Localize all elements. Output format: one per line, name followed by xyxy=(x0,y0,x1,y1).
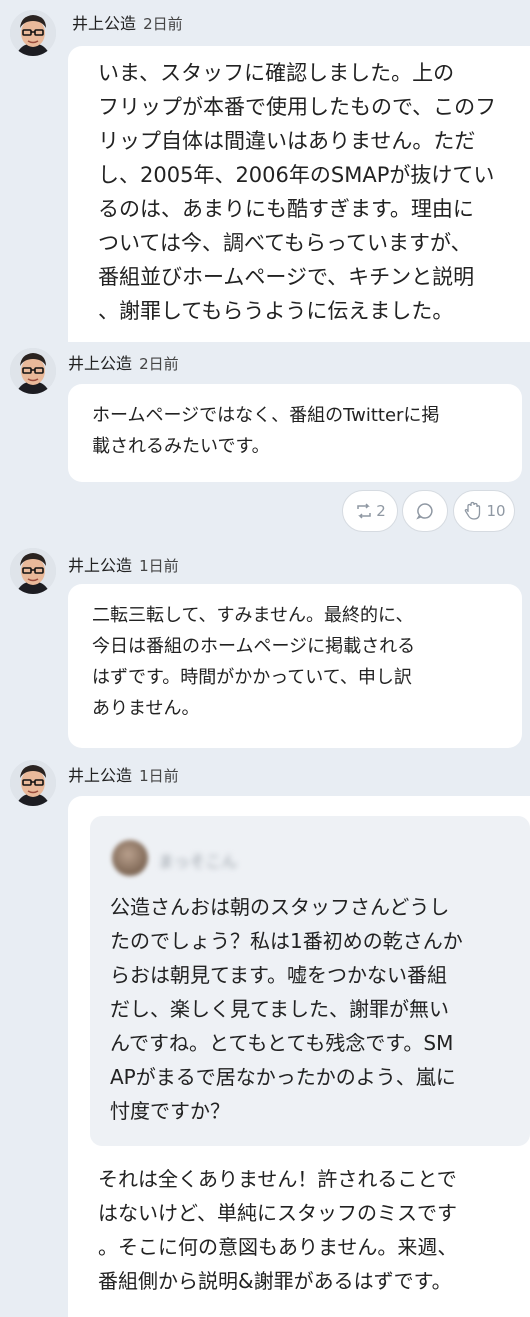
post-header: 井上公造 1日前 xyxy=(68,552,179,576)
message-line: 載されるみたいです。 xyxy=(92,436,270,457)
avatar[interactable] xyxy=(10,548,56,594)
timestamp[interactable]: 2日前 xyxy=(143,15,183,33)
quoted-post[interactable]: まっそこん 公造さんおは朝のスタッフさんどうし たのでしょう？私は1番初めの乾さ… xyxy=(90,816,530,1146)
message-bubble: いま、スタッフに確認しました。上の フリップが本番で使用したもので、このフ リッ… xyxy=(68,46,530,342)
message-line: 今日は番組のホームページに掲載される xyxy=(92,636,416,657)
comment-button[interactable] xyxy=(402,490,448,532)
message-line: ホームページではなく、番組のTwitterに掲 xyxy=(92,405,440,426)
quote-line: 忖度ですか？ xyxy=(110,1099,230,1123)
author-name[interactable]: 井上公造 xyxy=(68,556,132,575)
quote-line: APがまるで居なかったかのよう、嵐に xyxy=(110,1065,456,1089)
quote-line: だし、楽しく見てました、謝罪が無い xyxy=(110,997,449,1021)
post-header: 井上公造 1日前 xyxy=(68,762,179,786)
message-line: フリップが本番で使用したもので、このフ xyxy=(98,95,497,119)
repost-count: 2 xyxy=(376,502,386,520)
message-line: はずです。時間がかかっていて、申し訳 xyxy=(92,667,412,688)
reply-text: それは全くありません！許されることで はないけど、単純にスタッフのミスです 。そ… xyxy=(98,1162,457,1298)
message-line: し、2005年、2006年のSMAPが抜けてい xyxy=(98,163,495,187)
clap-button[interactable]: 10 xyxy=(453,490,515,532)
avatar[interactable] xyxy=(10,348,56,394)
message-line: はないけど、単純にスタッフのミスです xyxy=(98,1201,457,1225)
post-header: 井上公造 2日前 xyxy=(68,350,179,374)
repost-icon xyxy=(357,503,371,519)
message-bubble: まっそこん 公造さんおは朝のスタッフさんどうし たのでしょう？私は1番初めの乾さ… xyxy=(68,796,530,1317)
avatar[interactable] xyxy=(10,10,56,56)
repost-button[interactable]: 2 xyxy=(342,490,398,532)
quote-line: 公造さんおは朝のスタッフさんどうし xyxy=(110,895,450,919)
message-line: 番組並びホームページで、キチンと説明 xyxy=(98,265,475,289)
quote-line: たのでしょう？私は1番初めの乾さんか xyxy=(110,929,463,953)
message-line: 番組側から説明&謝罪があるはずです。 xyxy=(98,1269,452,1293)
quoted-text: 公造さんおは朝のスタッフさんどうし たのでしょう？私は1番初めの乾さんか らおは… xyxy=(110,890,463,1128)
author-name[interactable]: 井上公造 xyxy=(68,766,132,785)
message-line: 。そこに何の意図もありません。来週、 xyxy=(98,1235,458,1259)
quoted-author-name: まっそこん xyxy=(158,852,238,871)
quoted-avatar xyxy=(112,840,148,876)
author-name[interactable]: 井上公造 xyxy=(68,354,132,373)
message-bubble: 二転三転して、すみません。最終的に、 今日は番組のホームページに掲載される はず… xyxy=(68,584,522,748)
message-line: るのは、あまりにも酷すぎます。理由に xyxy=(98,197,474,221)
message-bubble: ホームページではなく、番組のTwitterに掲 載されるみたいです。 xyxy=(68,384,522,482)
message-line: いま、スタッフに確認しました。上の xyxy=(98,61,455,85)
quote-line: んですね。とてもとても残念です。SM xyxy=(110,1031,454,1055)
message-line: それは全くありません！許されることで xyxy=(98,1167,457,1191)
timestamp[interactable]: 1日前 xyxy=(139,557,179,575)
clap-icon xyxy=(465,501,481,520)
author-name[interactable]: 井上公造 xyxy=(72,14,136,33)
message-line: リップ自体は間違いはありません。ただ xyxy=(98,129,476,153)
comment-icon xyxy=(416,503,433,520)
avatar[interactable] xyxy=(10,760,56,806)
post-header: 井上公造 2日前 xyxy=(72,10,183,34)
timestamp[interactable]: 1日前 xyxy=(139,767,179,785)
message-line: ありません。 xyxy=(92,698,200,719)
timestamp[interactable]: 2日前 xyxy=(139,355,179,373)
clap-count: 10 xyxy=(486,502,506,520)
message-line: ついては今、調べてもらっていますが、 xyxy=(98,231,472,255)
message-line: 、謝罪してもらうように伝えました。 xyxy=(98,299,454,323)
quote-line: らおは朝見てます。嘘をつかない番組 xyxy=(110,963,447,987)
message-line: 二転三転して、すみません。最終的に、 xyxy=(92,605,414,626)
